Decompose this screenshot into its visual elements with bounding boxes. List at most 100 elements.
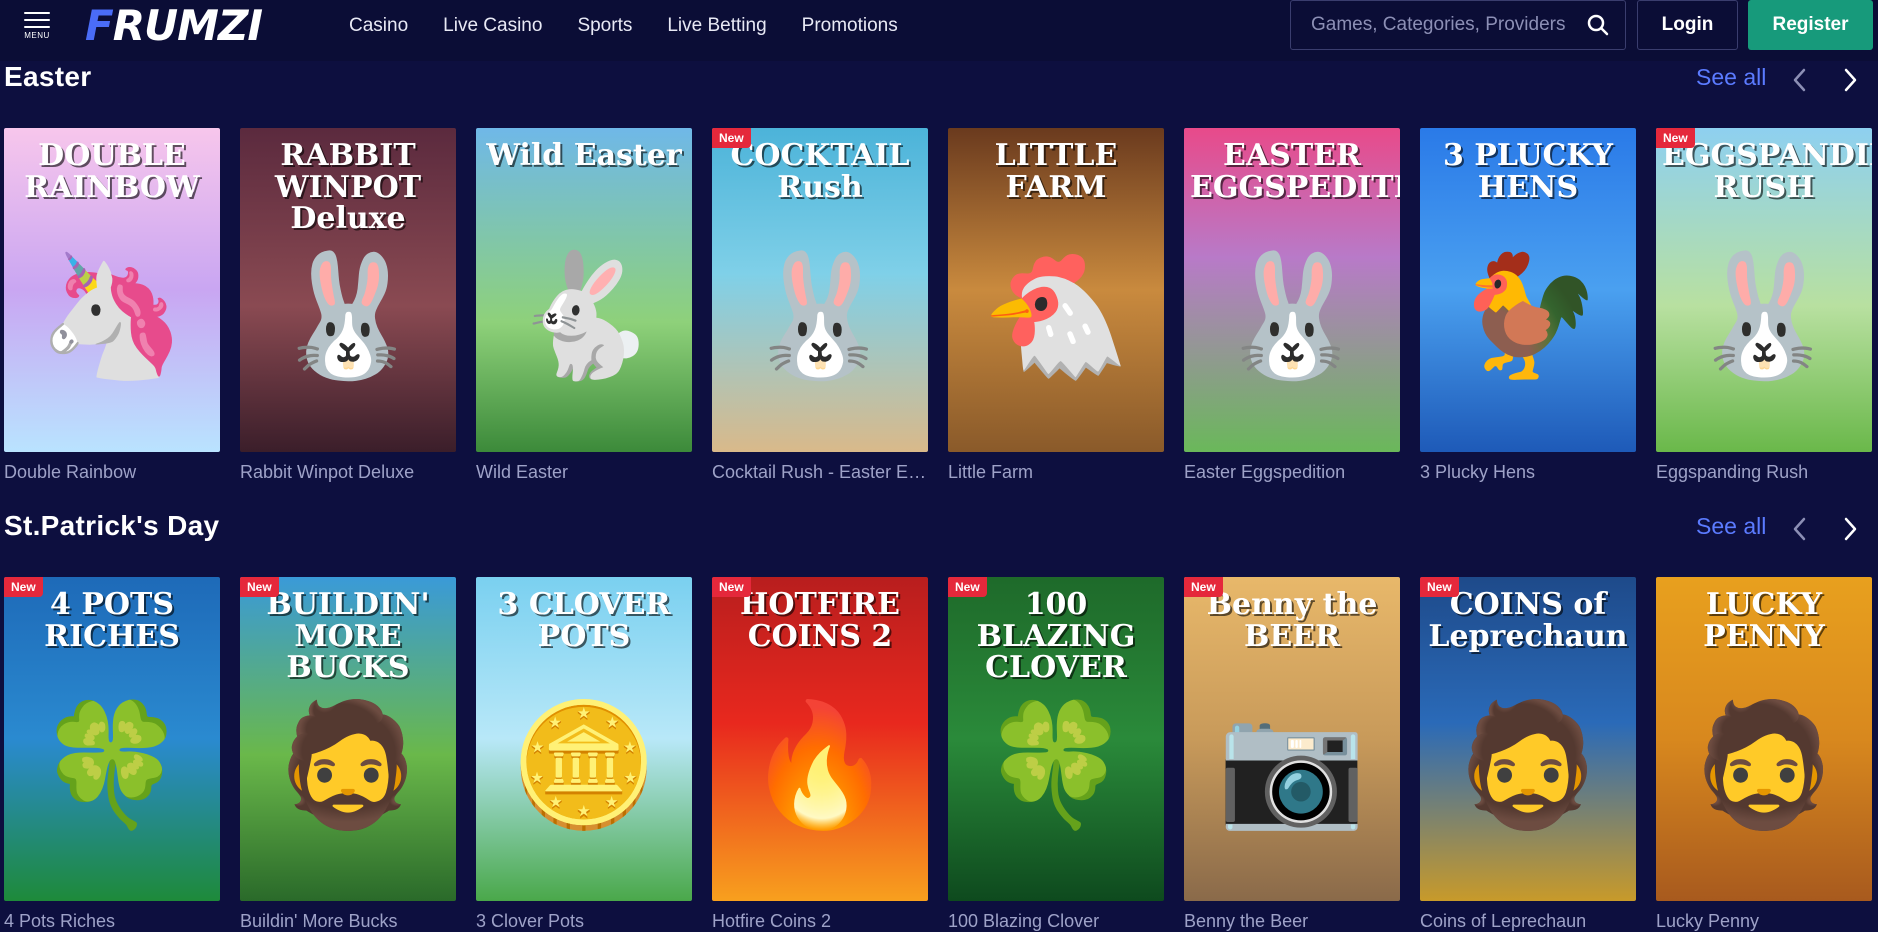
game-art-title: COINS of Leprechaun bbox=[1428, 587, 1628, 654]
game-thumbnail[interactable]: EGGSPANDING RUSH 🐰 New bbox=[1656, 128, 1872, 452]
nav-promotions[interactable]: Promotions bbox=[802, 15, 898, 37]
nav-live-betting[interactable]: Live Betting bbox=[667, 15, 766, 37]
game-art-icon: 🐰 bbox=[1689, 248, 1839, 383]
game-name[interactable]: Wild Easter bbox=[476, 462, 692, 483]
game-art-title: 100 BLAZING CLOVER bbox=[976, 587, 1136, 685]
game-card[interactable]: EASTER EGGSPEDITION 🐰 Easter Eggspedition bbox=[1184, 128, 1400, 483]
game-card[interactable]: LITTLE FARM 🐔 Little Farm bbox=[948, 128, 1164, 483]
game-name[interactable]: 100 Blazing Clover bbox=[948, 911, 1164, 932]
nav-live-casino[interactable]: Live Casino bbox=[443, 15, 542, 37]
game-art-title: Benny the BEER bbox=[1206, 587, 1378, 654]
next-arrow-icon[interactable] bbox=[1838, 65, 1862, 95]
new-badge: New bbox=[240, 577, 279, 597]
new-badge: New bbox=[1656, 128, 1695, 148]
game-art-icon: 🐇 bbox=[509, 248, 659, 383]
new-badge: New bbox=[712, 577, 751, 597]
see-all-link[interactable]: See all bbox=[1696, 513, 1766, 540]
game-card[interactable]: COCKTAIL Rush 🐰 New Cocktail Rush - Easter … bbox=[712, 128, 928, 483]
game-art-title: HOTFIRE COINS 2 bbox=[740, 587, 900, 654]
search-icon[interactable] bbox=[1587, 14, 1609, 41]
game-thumbnail[interactable]: LUCKY PENNY 🧔 bbox=[1656, 577, 1872, 901]
game-art-icon: 🧔 bbox=[1453, 697, 1603, 832]
top-header: MENU F RUMZI Casino Live Casino Sports Li… bbox=[0, 0, 1878, 61]
nav-sports[interactable]: Sports bbox=[577, 15, 632, 37]
game-thumbnail[interactable]: LITTLE FARM 🐔 bbox=[948, 128, 1164, 452]
game-thumbnail[interactable]: BUILDIN' MORE BUCKS 🧔 New bbox=[240, 577, 456, 901]
game-name[interactable]: Lucky Penny bbox=[1656, 911, 1872, 932]
game-name[interactable]: 4 Pots Riches bbox=[4, 911, 220, 932]
game-card[interactable]: DOUBLE RAINBOW 🦄 Double Rainbow bbox=[4, 128, 220, 483]
prev-arrow-icon[interactable] bbox=[1788, 65, 1812, 95]
game-art-icon: 🐔 bbox=[981, 248, 1131, 383]
game-thumbnail[interactable]: RABBIT WINPOT Deluxe 🐰 bbox=[240, 128, 456, 452]
game-art-title: Wild Easter bbox=[486, 138, 682, 173]
game-name[interactable]: Eggspanding Rush bbox=[1656, 462, 1872, 483]
game-thumbnail[interactable]: COINS of Leprechaun 🧔 New bbox=[1420, 577, 1636, 901]
game-thumbnail[interactable]: 3 PLUCKY HENS 🐓 bbox=[1420, 128, 1636, 452]
game-card[interactable]: COINS of Leprechaun 🧔 New Coins of Leprecha… bbox=[1420, 577, 1636, 932]
section-title: Easter bbox=[4, 61, 92, 92]
game-card[interactable]: LUCKY PENNY 🧔 Lucky Penny bbox=[1656, 577, 1872, 932]
game-art-icon: 🧔 bbox=[273, 697, 423, 832]
login-button[interactable]: Login bbox=[1637, 0, 1738, 50]
game-name[interactable]: Easter Eggspedition bbox=[1184, 462, 1400, 483]
game-card[interactable]: 3 CLOVER POTS 🪙 3 Clover Pots bbox=[476, 577, 692, 932]
search-input[interactable] bbox=[1311, 14, 1581, 36]
game-name[interactable]: Hotfire Coins 2 bbox=[712, 911, 928, 932]
search-box[interactable] bbox=[1290, 0, 1626, 50]
game-thumbnail[interactable]: Wild Easter 🐇 bbox=[476, 128, 692, 452]
game-card[interactable]: 4 POTS RICHES 🍀 New 4 Pots Riches bbox=[4, 577, 220, 932]
game-thumbnail[interactable]: 100 BLAZING CLOVER 🍀 New bbox=[948, 577, 1164, 901]
game-art-title: 3 CLOVER POTS bbox=[497, 587, 671, 654]
game-art-icon: 🔥 bbox=[745, 697, 895, 832]
game-art-icon: 🐰 bbox=[273, 248, 423, 383]
game-name[interactable]: Cocktail Rush - Easter Edition bbox=[712, 462, 928, 483]
see-all-link[interactable]: See all bbox=[1696, 64, 1766, 91]
new-badge: New bbox=[4, 577, 43, 597]
game-art-title: RABBIT WINPOT Deluxe bbox=[274, 138, 422, 236]
game-thumbnail[interactable]: COCKTAIL Rush 🐰 New bbox=[712, 128, 928, 452]
menu-button[interactable]: MENU bbox=[20, 12, 54, 42]
site-logo[interactable]: F RUMZI bbox=[85, 1, 263, 50]
game-art-title: LUCKY PENNY bbox=[1703, 587, 1825, 654]
new-badge: New bbox=[712, 128, 751, 148]
game-art-icon: 🧔 bbox=[1689, 697, 1839, 832]
game-thumbnail[interactable]: Benny the BEER 📷 New bbox=[1184, 577, 1400, 901]
game-thumbnail[interactable]: DOUBLE RAINBOW 🦄 bbox=[4, 128, 220, 452]
game-name[interactable]: Buildin' More Bucks bbox=[240, 911, 456, 932]
game-art-icon: 🍀 bbox=[37, 697, 187, 832]
game-thumbnail[interactable]: 4 POTS RICHES 🍀 New bbox=[4, 577, 220, 901]
game-card[interactable]: Wild Easter 🐇 Wild Easter bbox=[476, 128, 692, 483]
game-card[interactable]: 3 PLUCKY HENS 🐓 3 Plucky Hens bbox=[1420, 128, 1636, 483]
game-card[interactable]: 100 BLAZING CLOVER 🍀 New 100 Blazing Clover bbox=[948, 577, 1164, 932]
game-name[interactable]: 3 Plucky Hens bbox=[1420, 462, 1636, 483]
game-thumbnail[interactable]: EASTER EGGSPEDITION 🐰 bbox=[1184, 128, 1400, 452]
game-thumbnail[interactable]: HOTFIRE COINS 2 🔥 New bbox=[712, 577, 928, 901]
game-name[interactable]: Double Rainbow bbox=[4, 462, 220, 483]
game-thumbnail[interactable]: 3 CLOVER POTS 🪙 bbox=[476, 577, 692, 901]
game-art-title: 4 POTS RICHES bbox=[44, 587, 180, 654]
game-card[interactable]: HOTFIRE COINS 2 🔥 New Hotfire Coins 2 bbox=[712, 577, 928, 932]
game-card[interactable]: EGGSPANDING RUSH 🐰 New Eggspanding Rush bbox=[1656, 128, 1872, 483]
game-art-icon: 🐰 bbox=[1217, 248, 1367, 383]
game-card[interactable]: RABBIT WINPOT Deluxe 🐰 Rabbit Winpot Delux… bbox=[240, 128, 456, 483]
game-card[interactable]: Benny the BEER 📷 New Benny the Beer bbox=[1184, 577, 1400, 932]
game-art-title: 3 PLUCKY HENS bbox=[1442, 138, 1614, 205]
game-card[interactable]: BUILDIN' MORE BUCKS 🧔 New Buildin' More Buc… bbox=[240, 577, 456, 932]
game-art-icon: 🦄 bbox=[37, 248, 187, 383]
game-name[interactable]: 3 Clover Pots bbox=[476, 911, 692, 932]
menu-icon-bar bbox=[24, 26, 50, 28]
game-name[interactable]: Coins of Leprechaun bbox=[1420, 911, 1636, 932]
section-title: St.Patrick's Day bbox=[4, 510, 220, 541]
game-art-title: EASTER EGGSPEDITION bbox=[1190, 138, 1400, 205]
game-name[interactable]: Little Farm bbox=[948, 462, 1164, 483]
game-name[interactable]: Benny the Beer bbox=[1184, 911, 1400, 932]
nav-casino[interactable]: Casino bbox=[349, 15, 408, 37]
menu-icon-bar bbox=[24, 12, 50, 14]
prev-arrow-icon[interactable] bbox=[1788, 514, 1812, 544]
new-badge: New bbox=[948, 577, 987, 597]
next-arrow-icon[interactable] bbox=[1838, 514, 1862, 544]
game-name[interactable]: Rabbit Winpot Deluxe bbox=[240, 462, 456, 483]
register-button[interactable]: Register bbox=[1748, 0, 1873, 50]
game-art-title: COCKTAIL Rush bbox=[730, 138, 910, 205]
